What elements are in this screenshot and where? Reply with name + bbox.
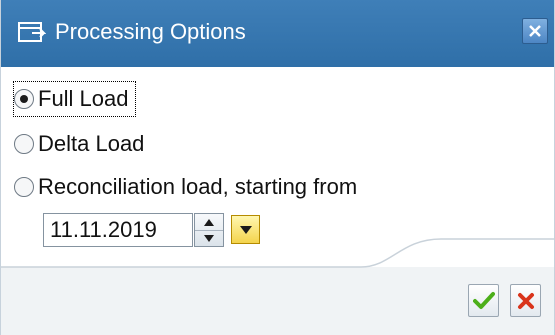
radio-label: Delta Load: [38, 131, 145, 156]
close-icon: [529, 25, 541, 37]
radio-button[interactable]: [14, 177, 34, 197]
dialog-icon: [18, 22, 46, 42]
radio-full-load[interactable]: Full Load: [13, 81, 136, 117]
radio-reconciliation-load[interactable]: Reconciliation load, starting from: [14, 170, 357, 204]
radio-label: Reconciliation load, starting from: [38, 174, 358, 199]
cancel-button[interactable]: [510, 284, 541, 317]
processing-options-dialog: Processing Options Full Load Delta Load …: [0, 0, 555, 335]
radio-label: Full Load: [38, 86, 129, 111]
radio-delta-load[interactable]: Delta Load: [14, 127, 144, 161]
spinner-up-icon: [204, 218, 214, 226]
close-button[interactable]: [522, 18, 548, 44]
title-bar: Processing Options: [1, 0, 554, 67]
footer-divider-curve: [1, 238, 555, 268]
spinner-up-button[interactable]: [195, 214, 223, 231]
radio-button-selected[interactable]: [14, 89, 34, 109]
radio-button[interactable]: [14, 134, 34, 154]
checkmark-icon: [472, 291, 495, 309]
dialog-title: Processing Options: [55, 19, 246, 44]
ok-button[interactable]: [468, 284, 499, 317]
cancel-icon: [517, 292, 534, 309]
